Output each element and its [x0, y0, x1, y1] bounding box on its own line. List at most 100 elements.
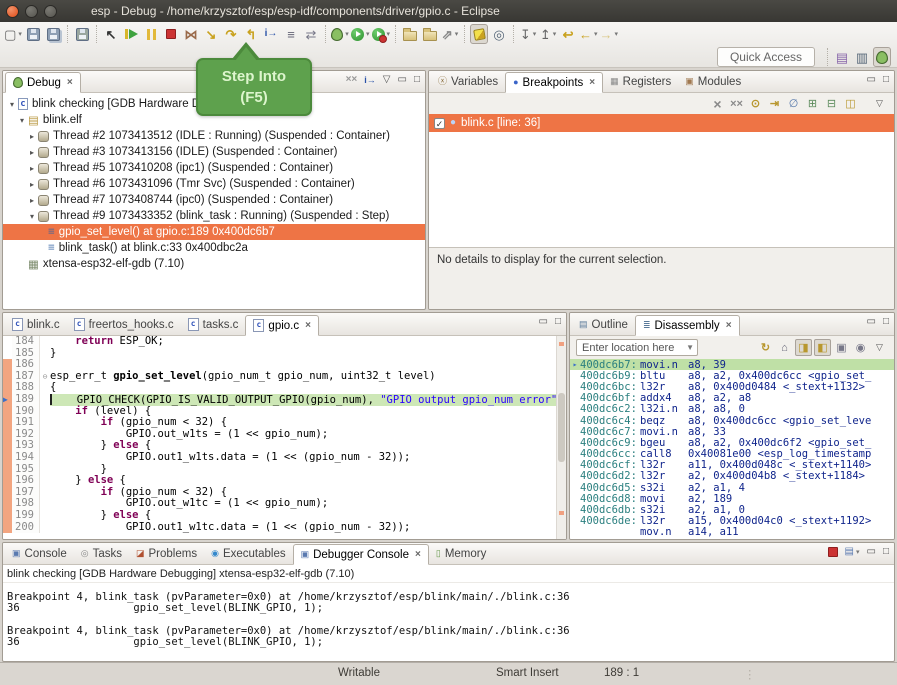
pointer-icon[interactable]: ↖ — [102, 24, 120, 44]
debug-tree-item[interactable]: ≡blink_task() at blink.c:33 0x400dbc2a — [3, 240, 425, 256]
tab-executables[interactable]: ◉Executables — [204, 543, 293, 564]
close-icon[interactable]: × — [589, 77, 595, 88]
disassembly-row[interactable]: 400dc6db:s32ia2, a1, 0 — [570, 504, 894, 515]
build-icon[interactable] — [73, 24, 91, 44]
window-maximize-button[interactable] — [44, 5, 57, 18]
tab-debug[interactable]: Debug × — [5, 72, 81, 93]
go-to-file-icon[interactable]: ⇥ — [766, 95, 783, 112]
tab-outline[interactable]: ▤Outline — [572, 314, 635, 335]
run-icon[interactable]: ▾ — [351, 24, 370, 44]
code-line[interactable]: 188{ — [3, 382, 566, 394]
instruction-stepping-icon[interactable]: i→ — [364, 76, 376, 85]
next-annotation-icon[interactable]: ↧▾ — [519, 24, 537, 44]
disassembly-row[interactable]: 400dc6d8:movia2, 189 — [570, 493, 894, 504]
disassembly-row[interactable]: 400dc6b9:bltua8, a2, 0x400dc6cc <gpio_se… — [570, 370, 894, 381]
maximize-icon[interactable]: □ — [883, 75, 889, 85]
new-view-icon[interactable]: ▣ — [833, 339, 850, 356]
tab-breakpoints[interactable]: ●Breakpoints× — [505, 72, 603, 93]
debug-tree-item[interactable]: ▸Thread #5 1073410208 (ipc1) (Suspended … — [3, 160, 425, 176]
disassembly-row[interactable]: ▸400dc6b7:movi.na8, 39 — [570, 359, 894, 370]
close-icon[interactable]: × — [415, 549, 421, 560]
close-icon[interactable]: × — [67, 77, 73, 88]
debug-tree-item[interactable]: ▸Thread #3 1073413156 (IDLE) (Suspended … — [3, 144, 425, 160]
last-edit-location-icon[interactable]: ↩ — [559, 24, 577, 44]
editor-scrollbar[interactable] — [556, 336, 566, 539]
maximize-icon[interactable]: □ — [555, 317, 561, 327]
tab-problems[interactable]: ◪Problems — [129, 543, 204, 564]
debug-tree-item[interactable]: ▸Thread #7 1073408744 (ipc0) (Suspended … — [3, 192, 425, 208]
debug-tree-item[interactable]: ▸Thread #2 1073413512 (IDLE : Running) (… — [3, 128, 425, 144]
step-filters-icon[interactable]: ≡ — [282, 24, 300, 44]
terminate-icon[interactable] — [162, 24, 180, 44]
disassembly-row[interactable]: 400dc6cf:l32ra11, 0x400d048c <_stext+114… — [570, 460, 894, 471]
step-over-icon[interactable]: ↷ — [222, 24, 240, 44]
tab-memory[interactable]: ▯Memory — [429, 543, 493, 564]
tab-tasks[interactable]: ◎Tasks — [74, 543, 129, 564]
minimize-icon[interactable]: ▭ — [867, 317, 876, 327]
window-close-button[interactable] — [6, 5, 19, 18]
view-menu-icon[interactable]: ▽ — [871, 95, 888, 112]
remove-breakpoint-icon[interactable]: × — [709, 95, 726, 112]
close-icon[interactable]: × — [726, 320, 732, 331]
disassembly-row[interactable]: 400dc6d5:s32ia2, a1, 4 — [570, 482, 894, 493]
debug-tree-item[interactable]: ▸Thread #6 1073431096 (Tmr Svc) (Suspend… — [3, 176, 425, 192]
quick-access-button[interactable]: Quick Access — [717, 47, 815, 67]
open-project-icon[interactable] — [421, 24, 439, 44]
resume-icon[interactable] — [122, 24, 140, 44]
home-icon[interactable]: ⌂ — [776, 339, 793, 356]
annotations-icon[interactable]: ◎ — [490, 24, 508, 44]
disassembly-row[interactable]: 400dc6c7:movi.na8, 33 — [570, 426, 894, 437]
disassembly-row[interactable]: 400dc6cc:call80x40081e00 <esp_log_timest… — [570, 449, 894, 460]
step-mode-icon[interactable]: ⇄ — [302, 24, 320, 44]
refresh-icon[interactable]: ↻ — [757, 339, 774, 356]
sync-selection-icon[interactable]: ◧ — [814, 339, 831, 356]
tab-freertos-hooks-c[interactable]: cfreertos_hooks.c — [67, 314, 181, 335]
remove-all-breakpoints-icon[interactable]: ×× — [728, 95, 745, 112]
tab-gpio-c[interactable]: cgpio.c× — [245, 315, 319, 336]
tab-disassembly[interactable]: ≣Disassembly× — [635, 315, 740, 336]
breakpoint-checkbox[interactable]: ✓ — [434, 118, 445, 129]
debug-tree-item[interactable]: ▦xtensa-esp32-elf-gdb (7.10) — [3, 256, 425, 272]
minimize-icon[interactable]: ▭ — [539, 317, 548, 327]
debug-tree-item[interactable]: ▾Thread #9 1073433352 (blink_task : Runn… — [3, 208, 425, 224]
debug-tree-item[interactable]: ≡gpio_set_level() at gpio.c:189 0x400dc6… — [3, 224, 425, 240]
maximize-icon[interactable]: □ — [414, 75, 420, 85]
back-icon[interactable]: ←▾ — [579, 24, 598, 44]
window-minimize-button[interactable] — [25, 5, 38, 18]
profile-icon[interactable]: ▾ — [372, 24, 391, 44]
open-perspective-icon[interactable]: ▤ — [833, 47, 851, 67]
tab-blink-c[interactable]: cblink.c — [5, 314, 67, 335]
save-all-icon[interactable] — [44, 24, 62, 44]
track-expression-icon[interactable]: ◨ — [795, 339, 812, 356]
instruction-stepping-icon[interactable]: i→ — [262, 24, 280, 44]
step-return-icon[interactable]: ↰ — [242, 24, 260, 44]
code-editor[interactable]: 184 return ESP_OK;185}186187⊖esp_err_t g… — [3, 336, 566, 539]
new-wizard-icon[interactable]: ▢▾ — [4, 24, 22, 44]
disassembly-row[interactable]: 400dc6c4:beqza8, 0x400dc6cc <gpio_set_le… — [570, 415, 894, 426]
disassembly-row[interactable]: 400dc6d2:l32ra2, 0x400d04b8 <_stext+1184… — [570, 471, 894, 482]
new-c-project-icon[interactable] — [401, 24, 419, 44]
prev-annotation-icon[interactable]: ↥▾ — [539, 24, 557, 44]
disassembly-row[interactable]: 400dc6c2:l32i.na8, a8, 0 — [570, 404, 894, 415]
mark-occurrences-icon[interactable] — [470, 24, 488, 44]
console-output[interactable]: Breakpoint 4, blink_task (pvParameter=0x… — [3, 583, 894, 647]
maximize-icon[interactable]: □ — [883, 547, 889, 557]
launch-icon[interactable]: ⇗▾ — [441, 24, 459, 44]
display-selected-console-icon[interactable]: ▤▾ — [845, 547, 860, 557]
collapse-all-icon[interactable]: ⊟ — [823, 95, 840, 112]
forward-icon[interactable]: →▾ — [600, 24, 619, 44]
skip-all-breakpoints-icon[interactable]: ∅ — [785, 95, 802, 112]
tab-debugger-console[interactable]: ▣Debugger Console× — [293, 544, 429, 565]
breakpoint-row[interactable]: ✓ ● blink.c [line: 36] — [429, 114, 894, 132]
tab-modules[interactable]: ▣Modules — [678, 71, 748, 92]
code-line[interactable]: 187⊖esp_err_t gpio_set_level(gpio_num_t … — [3, 371, 566, 383]
close-icon[interactable]: × — [305, 320, 311, 331]
location-combo[interactable]: Enter location here ▼ — [576, 339, 698, 356]
debug-icon[interactable]: ▾ — [331, 24, 349, 44]
disassembly-row[interactable]: 400dc6bc:l32ra8, 0x400d0484 <_stext+1132… — [570, 381, 894, 392]
view-menu-icon[interactable]: ▽ — [871, 339, 888, 356]
remove-all-terminated-icon[interactable]: ×× — [346, 75, 358, 85]
show-breakpoints-icon[interactable]: ⊙ — [747, 95, 764, 112]
expand-all-icon[interactable]: ⊞ — [804, 95, 821, 112]
pin-view-icon[interactable]: ◉ — [852, 339, 869, 356]
